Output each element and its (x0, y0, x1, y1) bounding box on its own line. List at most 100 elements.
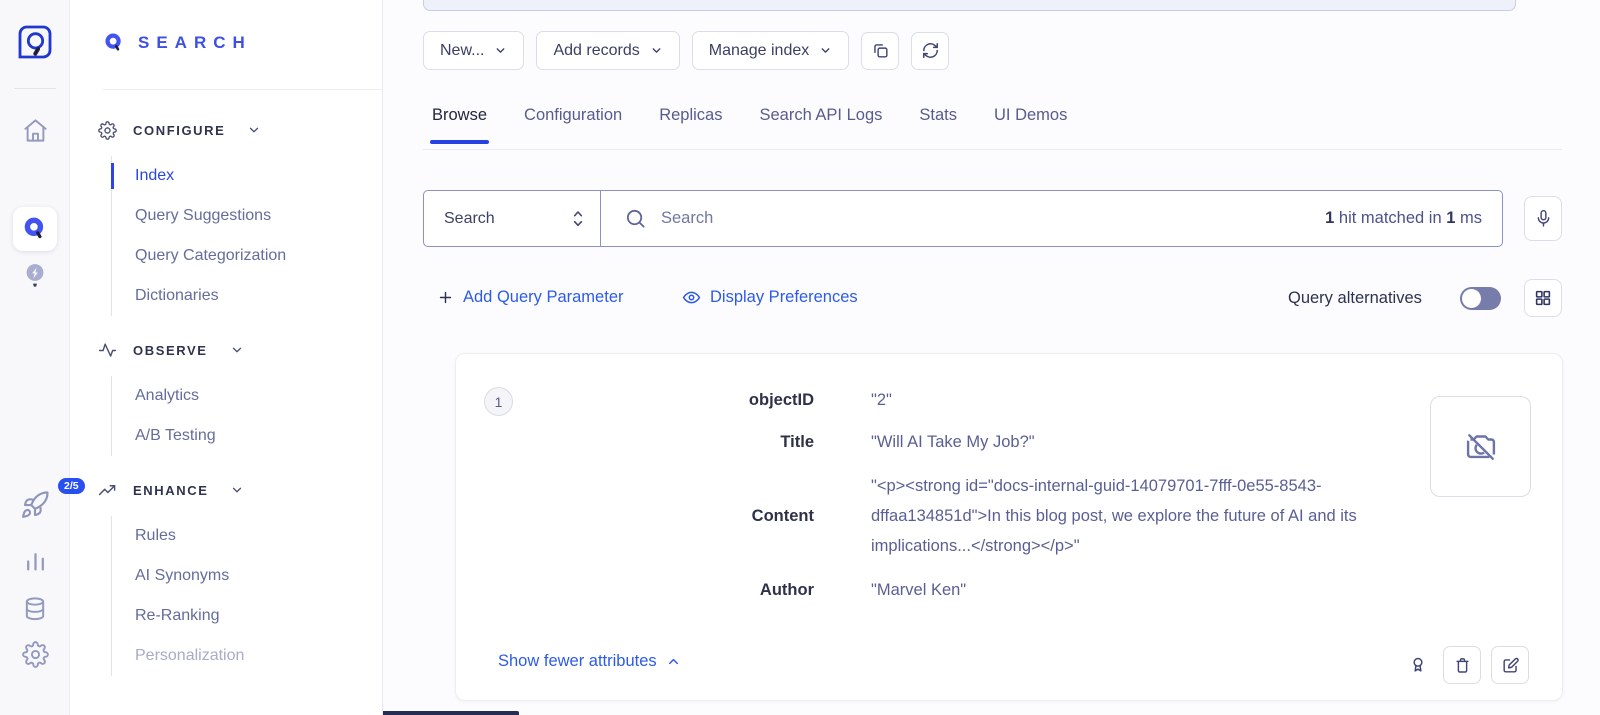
manage-index-dropdown-button[interactable]: Manage index (692, 31, 850, 70)
main-content: New... Add records Manage index Browse C… (383, 0, 1600, 715)
hits-text: hit matched in (1334, 209, 1446, 227)
gear-icon (98, 121, 117, 140)
chevron-down-icon (230, 483, 244, 497)
field-value: "2" (871, 387, 1401, 413)
sidebar-item-dictionaries[interactable]: Dictionaries (135, 276, 383, 316)
tab-replicas[interactable]: Replicas (659, 106, 722, 144)
show-fewer-attributes-link[interactable]: Show fewer attributes (498, 652, 681, 671)
section-observe: OBSERVE Analytics A/B Testing (98, 338, 383, 456)
home-icon (22, 117, 49, 144)
tab-search-api-logs[interactable]: Search API Logs (759, 106, 882, 144)
section-header-enhance[interactable]: ENHANCE (98, 478, 383, 502)
rail-data-button[interactable] (0, 594, 70, 624)
section-header-configure[interactable]: CONFIGURE (98, 118, 383, 142)
sidebar-item-rules[interactable]: Rules (135, 516, 383, 556)
section-label: CONFIGURE (133, 123, 225, 138)
product-name: SEARCH (138, 33, 252, 53)
show-fewer-label: Show fewer attributes (498, 652, 657, 671)
promote-hit-button[interactable] (1403, 646, 1433, 684)
rail-upgrade-button[interactable]: 2/5 (0, 490, 70, 520)
tab-ui-demos[interactable]: UI Demos (994, 106, 1067, 144)
award-ribbon-icon (1408, 654, 1428, 676)
image-placeholder (1430, 396, 1531, 497)
rocket-icon (20, 490, 50, 520)
rail-analytics-button[interactable] (0, 548, 70, 575)
tab-stats[interactable]: Stats (919, 106, 957, 144)
add-query-parameter-link[interactable]: Add Query Parameter (437, 288, 624, 307)
add-records-dropdown-button[interactable]: Add records (536, 31, 679, 70)
add-query-parameter-label: Add Query Parameter (463, 288, 624, 307)
sidebar-item-query-suggestions[interactable]: Query Suggestions (135, 196, 383, 236)
tab-browse[interactable]: Browse (432, 106, 487, 144)
hit-card: 1 objectID "2" Title "Will AI Take My Jo… (455, 353, 1563, 701)
layout-grid-button[interactable] (1524, 279, 1562, 317)
eye-icon (682, 288, 701, 307)
sidebar-item-re-ranking[interactable]: Re-Ranking (135, 596, 383, 636)
section-configure: CONFIGURE Index Query Suggestions Query … (98, 118, 383, 316)
search-stats: 1 hit matched in 1 ms (1325, 209, 1482, 228)
tab-configuration[interactable]: Configuration (524, 106, 622, 144)
usage-badge: 2/5 (58, 478, 85, 494)
rail-home-button[interactable] (0, 117, 70, 144)
sidebar: SEARCH CONFIGURE Index Query Suggestions… (70, 0, 383, 715)
chevron-up-icon (666, 654, 681, 669)
sidebar-item-analytics[interactable]: Analytics (135, 376, 383, 416)
field-value: "Will AI Take My Job?" (871, 429, 1401, 455)
camera-off-icon (1463, 429, 1499, 465)
delete-hit-button[interactable] (1443, 646, 1481, 684)
sidebar-nav: CONFIGURE Index Query Suggestions Query … (98, 118, 383, 698)
trash-icon (1453, 656, 1472, 675)
edit-hit-button[interactable] (1491, 646, 1529, 684)
index-selector-strip (423, 0, 1516, 11)
sidebar-item-personalization[interactable]: Personalization (135, 636, 383, 676)
field-key: Author (456, 577, 814, 603)
field-value: "<p><strong id="docs-internal-guid-14079… (871, 471, 1401, 561)
rail-search-button-active[interactable] (0, 207, 70, 251)
sidebar-item-query-categorization[interactable]: Query Categorization (135, 236, 383, 276)
edit-icon (1501, 656, 1520, 675)
query-alternatives-label: Query alternatives (1288, 289, 1422, 308)
search-product-icon (103, 32, 125, 54)
new-dropdown-button[interactable]: New... (423, 31, 524, 70)
trending-up-icon (98, 481, 117, 500)
display-preferences-link[interactable]: Display Preferences (682, 288, 858, 307)
field-key: Title (456, 429, 814, 455)
search-scope-select[interactable]: Search (424, 191, 601, 246)
grid-icon (1534, 289, 1552, 307)
sidebar-item-index[interactable]: Index (135, 156, 383, 196)
sidebar-divider (103, 89, 382, 90)
hits-count: 1 (1325, 209, 1334, 227)
copy-index-button[interactable] (861, 32, 899, 70)
refresh-icon (921, 41, 940, 60)
plus-icon (437, 289, 454, 306)
chevron-down-icon (247, 123, 261, 137)
sort-chevrons-icon (570, 208, 586, 230)
database-icon (21, 594, 49, 624)
chevron-down-icon (650, 44, 663, 57)
section-enhance: ENHANCE Rules AI Synonyms Re-Ranking Per… (98, 478, 383, 676)
bar-chart-icon (22, 548, 49, 575)
manage-index-label: Manage index (709, 42, 810, 60)
product-header: SEARCH (103, 32, 252, 54)
field-key: Content (456, 503, 814, 529)
new-dropdown-label: New... (440, 42, 484, 60)
search-input[interactable] (647, 209, 1325, 228)
refresh-button[interactable] (911, 32, 949, 70)
section-header-observe[interactable]: OBSERVE (98, 338, 383, 362)
rail-recommend-button[interactable] (0, 260, 70, 292)
hit-fields: objectID "2" Title "Will AI Take My Job?… (456, 387, 1406, 619)
search-scope-value: Search (444, 210, 495, 228)
query-alternatives-toggle[interactable] (1460, 287, 1501, 310)
search-icon (624, 207, 647, 230)
chevron-down-icon (819, 44, 832, 57)
rail-settings-button[interactable] (0, 641, 70, 668)
tabs-divider (423, 149, 1562, 150)
field-row-objectid: objectID "2" (456, 387, 1406, 413)
index-tabs: Browse Configuration Replicas Search API… (432, 106, 1067, 144)
sidebar-item-ai-synonyms[interactable]: AI Synonyms (135, 556, 383, 596)
copy-icon (871, 41, 890, 60)
voice-search-button[interactable] (1524, 196, 1562, 241)
algolia-logo[interactable] (0, 22, 70, 62)
field-key: objectID (456, 387, 814, 413)
sidebar-item-ab-testing[interactable]: A/B Testing (135, 416, 383, 456)
